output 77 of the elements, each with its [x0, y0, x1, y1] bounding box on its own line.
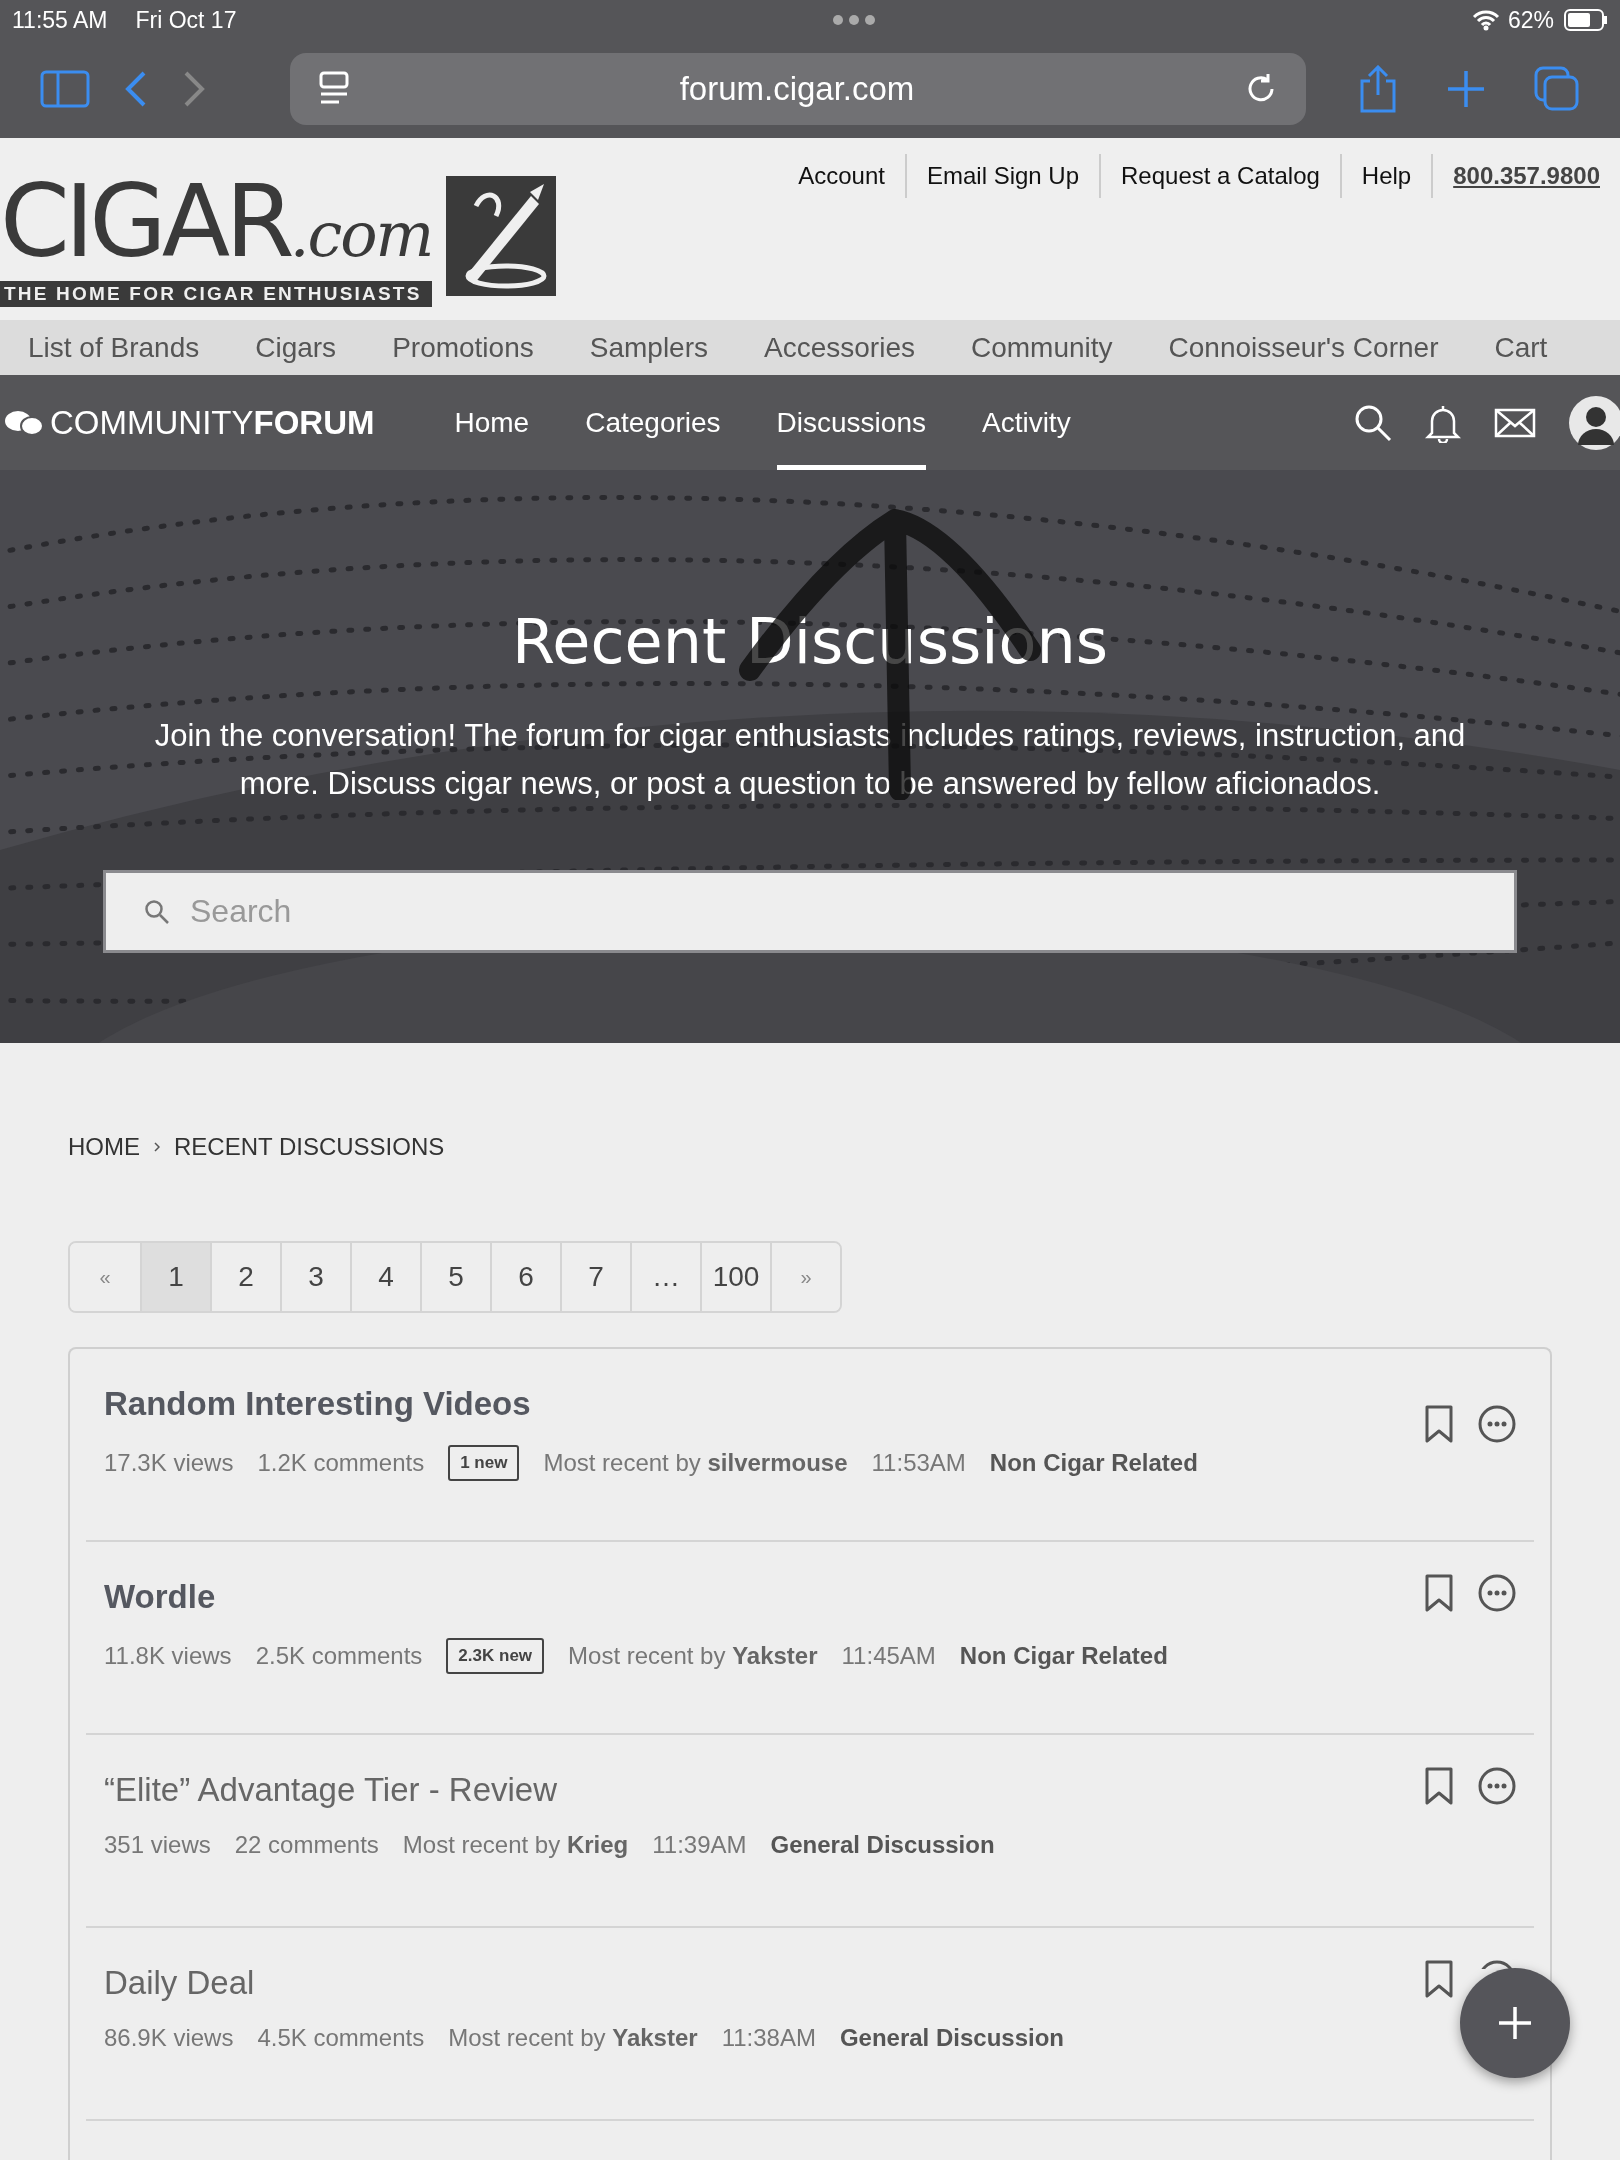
reader-icon[interactable]: [318, 71, 350, 107]
comment-count: 1.2K comments: [257, 1449, 425, 1477]
status-date: Fri Oct 17: [135, 6, 237, 34]
mail-icon[interactable]: [1494, 407, 1536, 438]
most-recent-by: Most recent by Krieg: [402, 1831, 629, 1859]
view-count: 351 views: [104, 1831, 211, 1859]
more-options-icon[interactable]: [1478, 1767, 1516, 1805]
bookmark-icon[interactable]: [1424, 1960, 1454, 1998]
view-count: 11.8K views: [104, 1642, 232, 1670]
main-nav-link[interactable]: Connoisseur's Corner: [1168, 331, 1439, 364]
search-icon[interactable]: [1354, 403, 1392, 442]
battery-percentage: 62%: [1507, 6, 1554, 34]
breadcrumb-current: RECENT DISCUSSIONS: [174, 1133, 445, 1161]
category-link[interactable]: General Discussion: [839, 2024, 1064, 2052]
search-icon: [144, 898, 170, 925]
page-button[interactable]: 1: [140, 1243, 210, 1311]
forum-brand[interactable]: COMMUNITYFORUM: [50, 403, 375, 442]
cigar-logo-icon: [446, 176, 557, 296]
comment-count: 22 comments: [234, 1831, 379, 1859]
category-link[interactable]: Non Cigar Related: [959, 1642, 1168, 1670]
category-link[interactable]: Non Cigar Related: [989, 1449, 1198, 1477]
status-time: 11:55 AM: [12, 6, 108, 34]
chat-bubbles-icon: [4, 408, 44, 437]
forum-nav-tab[interactable]: Categories: [585, 375, 721, 470]
more-options-icon[interactable]: [1478, 1574, 1516, 1612]
view-count: 17.3K views: [104, 1449, 234, 1477]
utility-link[interactable]: Email Sign Up: [904, 154, 1100, 198]
search-input[interactable]: Search: [188, 892, 1514, 931]
main-nav-link[interactable]: Cart: [1494, 331, 1548, 364]
last-post-time: 11:38AM: [721, 2024, 816, 2052]
main-nav-link[interactable]: Community: [970, 331, 1113, 364]
last-post-time: 11:39AM: [652, 1831, 747, 1859]
utility-link[interactable]: Account: [778, 154, 905, 198]
last-post-time: 11:45AM: [841, 1642, 936, 1670]
multitasking-dots-icon[interactable]: [832, 14, 877, 26]
wifi-icon: [1471, 9, 1500, 31]
main-nav-link[interactable]: Samplers: [589, 331, 708, 364]
address-bar[interactable]: forum.cigar.com: [290, 53, 1306, 125]
comment-count: 2.5K comments: [255, 1642, 423, 1670]
new-count-badge: 1 new: [448, 1445, 520, 1481]
main-nav-link[interactable]: List of Brands: [28, 331, 200, 364]
chevron-icon: [154, 1142, 160, 1152]
bookmark-icon[interactable]: [1424, 1405, 1454, 1443]
view-count: 86.9K views: [104, 2024, 234, 2052]
breadcrumb-link[interactable]: HOME: [68, 1133, 140, 1161]
forum-nav-tab[interactable]: Home: [454, 375, 530, 470]
main-nav-link[interactable]: Cigars: [255, 331, 337, 364]
more-options-icon[interactable]: [1478, 1405, 1516, 1443]
discussion-title[interactable]: Wordle: [104, 1578, 1424, 1616]
forum-nav-tab[interactable]: Activity: [981, 375, 1071, 470]
discussion-title[interactable]: “Elite” Advantage Tier - Review: [104, 1771, 1424, 1809]
bookmark-icon[interactable]: [1424, 1767, 1454, 1805]
search-field[interactable]: Search: [103, 870, 1517, 953]
discussion-title[interactable]: Daily Deal: [104, 1964, 1424, 2002]
new-count-badge: 2.3K new: [446, 1638, 545, 1674]
main-nav-link[interactable]: Promotions: [392, 331, 534, 364]
utility-link[interactable]: Request a Catalog: [1099, 154, 1340, 198]
hero-description: Join the conversation! The forum for cigar enthusiasts includes ratings, reviews, instruction, and more. Discuss cigar news, or post a question to be answered by fellow aficionados.: [153, 717, 1467, 803]
most-recent-by: Most recent by Yakster: [568, 1642, 818, 1670]
url-text: forum.cigar.com: [678, 70, 916, 108]
phone-link[interactable]: 800.357.9800: [1431, 154, 1620, 198]
logo-wordmark[interactable]: CIGAR.com: [0, 176, 433, 281]
most-recent-by: Most recent by silvermouse: [543, 1449, 848, 1477]
most-recent-by: Most recent by Yakster: [448, 2024, 698, 2052]
avatar[interactable]: [1568, 394, 1620, 451]
hero-title: Recent Discussions: [512, 605, 1108, 678]
discussion-title[interactable]: Random Interesting Videos: [104, 1385, 1424, 1423]
bookmark-icon[interactable]: [1424, 1574, 1454, 1612]
new-discussion-button[interactable]: [1460, 1968, 1570, 2078]
utility-link[interactable]: Help: [1339, 154, 1432, 198]
battery-icon: [1564, 9, 1608, 31]
logo-tagline: THE HOME FOR CIGAR ENTHUSIASTS: [0, 281, 433, 307]
plus-icon: [1497, 2005, 1533, 2041]
main-nav-link[interactable]: Accessories: [764, 331, 915, 364]
comment-count: 4.5K comments: [257, 2024, 425, 2052]
last-post-time: 11:53AM: [871, 1449, 966, 1477]
category-link[interactable]: General Discussion: [770, 1831, 995, 1859]
